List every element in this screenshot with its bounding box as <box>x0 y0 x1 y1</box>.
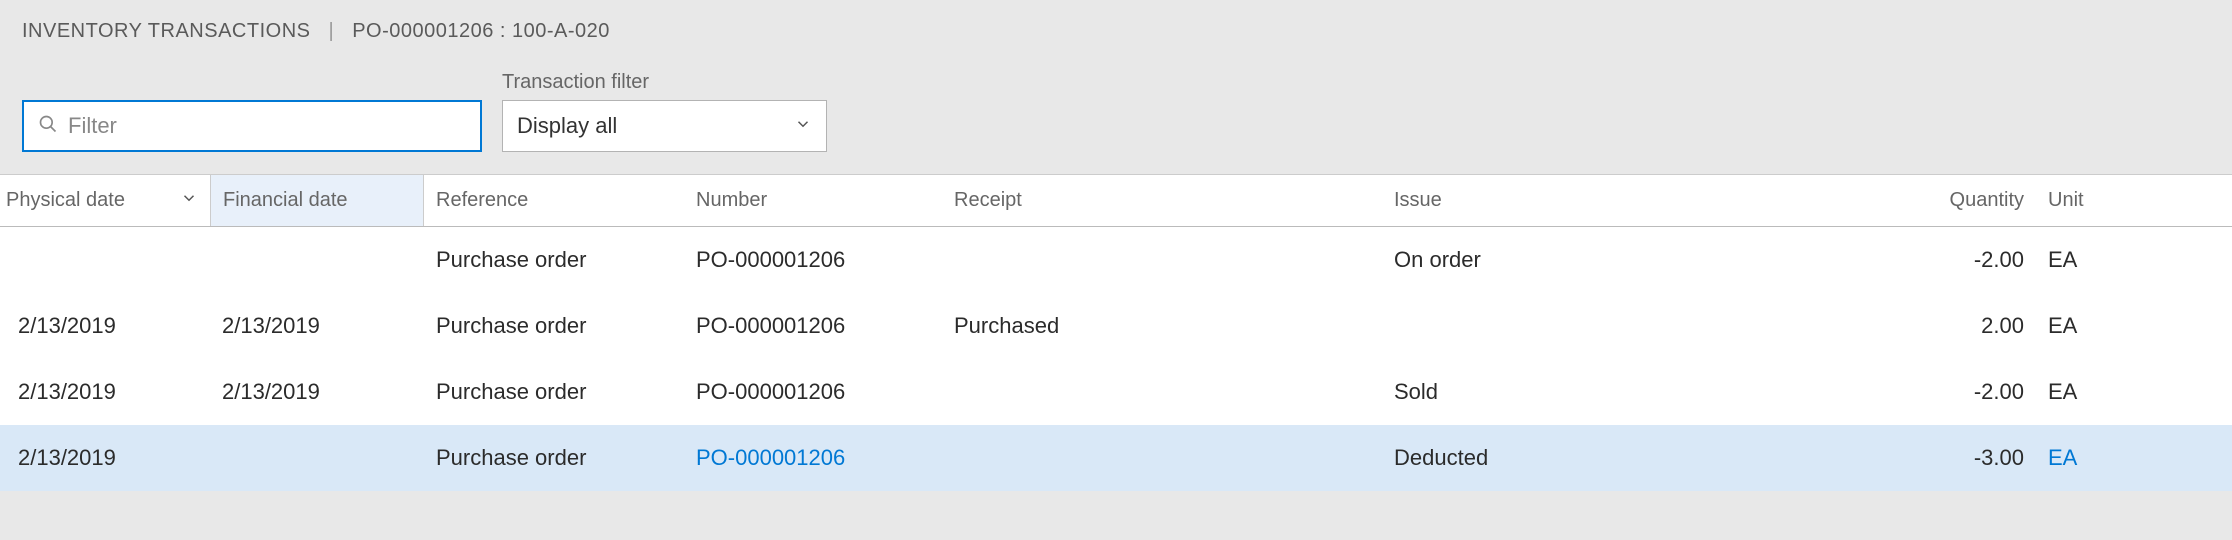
page-header: INVENTORY TRANSACTIONS | PO-000001206 : … <box>0 0 2232 63</box>
filter-box[interactable] <box>22 100 482 152</box>
col-header-financial-date[interactable]: Financial date <box>210 175 424 226</box>
cell-quantity: -3.00 <box>1906 445 2036 471</box>
cell-number[interactable]: PO-000001206 <box>684 247 942 273</box>
cell-physical-date: 2/13/2019 <box>0 313 210 339</box>
chevron-down-icon <box>180 189 198 213</box>
header-divider: | <box>328 20 334 43</box>
cell-issue: Deducted <box>1382 445 1906 471</box>
transaction-filter-dropdown[interactable]: Display all <box>502 100 827 152</box>
table-row[interactable]: Purchase order PO-000001206 On order -2.… <box>0 227 2232 293</box>
cell-financial-date: 2/13/2019 <box>210 379 424 405</box>
cell-unit: EA <box>2036 379 2116 405</box>
cell-unit: EA <box>2036 445 2116 471</box>
cell-reference: Purchase order <box>424 445 684 471</box>
cell-unit: EA <box>2036 313 2116 339</box>
cell-number[interactable]: PO-000001206 <box>684 379 942 405</box>
cell-quantity: 2.00 <box>1906 313 2036 339</box>
col-header-physical-date[interactable]: Physical date <box>0 175 210 226</box>
col-header-reference[interactable]: Reference <box>424 175 684 226</box>
cell-reference: Purchase order <box>424 313 684 339</box>
transaction-filter-label: Transaction filter <box>502 71 827 94</box>
cell-unit: EA <box>2036 247 2116 273</box>
cell-number[interactable]: PO-000001206 <box>684 445 942 471</box>
page-context: PO-000001206 : 100-A-020 <box>352 20 610 43</box>
col-header-number[interactable]: Number <box>684 175 942 226</box>
filter-input[interactable] <box>68 113 466 139</box>
cell-reference: Purchase order <box>424 247 684 273</box>
table-body: Purchase order PO-000001206 On order -2.… <box>0 227 2232 491</box>
cell-quantity: -2.00 <box>1906 379 2036 405</box>
table-row[interactable]: 2/13/2019 2/13/2019 Purchase order PO-00… <box>0 293 2232 359</box>
cell-reference: Purchase order <box>424 379 684 405</box>
col-header-receipt[interactable]: Receipt <box>942 175 1382 226</box>
col-header-quantity[interactable]: Quantity <box>1906 175 2036 226</box>
transaction-filter-value: Display all <box>517 113 617 139</box>
transaction-filter-group: Transaction filter Display all <box>502 71 827 152</box>
cell-number[interactable]: PO-000001206 <box>684 313 942 339</box>
cell-issue: Sold <box>1382 379 1906 405</box>
chevron-down-icon <box>794 113 812 139</box>
table-row[interactable]: 2/13/2019 2/13/2019 Purchase order PO-00… <box>0 359 2232 425</box>
cell-quantity: -2.00 <box>1906 247 2036 273</box>
cell-issue: On order <box>1382 247 1906 273</box>
col-header-unit[interactable]: Unit <box>2036 175 2116 226</box>
page-title: INVENTORY TRANSACTIONS <box>22 20 310 43</box>
cell-physical-date: 2/13/2019 <box>0 445 210 471</box>
search-icon <box>38 114 58 139</box>
table-header-row: Physical date Financial date Reference N… <box>0 175 2232 227</box>
filter-row: Transaction filter Display all <box>0 63 2232 174</box>
table-row[interactable]: 2/13/2019 Purchase order PO-000001206 De… <box>0 425 2232 491</box>
transactions-table: Physical date Financial date Reference N… <box>0 174 2232 491</box>
cell-financial-date: 2/13/2019 <box>210 313 424 339</box>
cell-physical-date: 2/13/2019 <box>0 379 210 405</box>
col-header-issue[interactable]: Issue <box>1382 175 1906 226</box>
cell-receipt: Purchased <box>942 313 1382 339</box>
